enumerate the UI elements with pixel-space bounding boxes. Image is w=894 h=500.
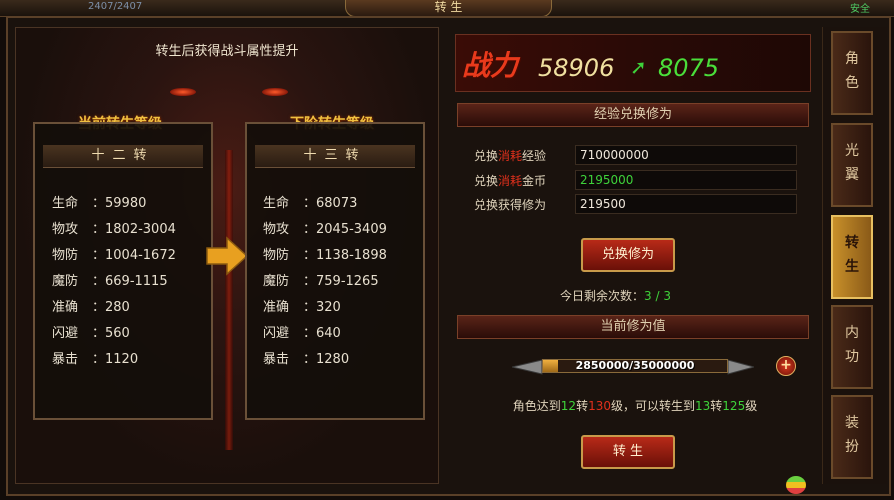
stat-name: 物防 <box>263 248 290 263</box>
stat-row: 物攻 ：1802-3004 <box>52 218 176 237</box>
stat-separator: ： <box>92 300 106 315</box>
stat-value: 68073 <box>316 196 358 211</box>
stat-separator: ： <box>303 326 317 341</box>
exchange-gain-value: 219500 <box>575 194 797 214</box>
stat-row: 准确 ：320 <box>263 296 341 315</box>
tab-0[interactable]: 角色 <box>831 31 873 115</box>
stat-value: 1280 <box>316 352 350 367</box>
progress-text: 2850000/35000000 <box>575 359 695 372</box>
stat-name: 物攻 <box>263 222 290 237</box>
tab-4[interactable]: 装扮 <box>831 395 873 479</box>
stat-value: 1004-1672 <box>105 248 176 263</box>
stat-value: 759-1265 <box>316 274 379 289</box>
stat-row: 物防 ：1138-1898 <box>263 244 387 263</box>
cultivation-header: 当前修为值 <box>457 315 809 339</box>
stat-row: 物防 ：1004-1672 <box>52 244 176 263</box>
stat-row: 闪避 ：560 <box>52 322 130 341</box>
game-logo-icon <box>786 476 806 494</box>
stat-name: 物攻 <box>52 222 79 237</box>
exchange-gold-value: 2195000 <box>575 170 797 190</box>
stat-row: 魔防 ：759-1265 <box>263 270 379 289</box>
exchange-header: 经验兑换修为 <box>457 103 809 127</box>
stat-row: 闪避 ：640 <box>263 322 341 341</box>
tab-1[interactable]: 光翼 <box>831 123 873 207</box>
demon-eye-left <box>170 88 196 96</box>
stat-name: 生命 <box>263 196 290 211</box>
stat-name: 魔防 <box>263 274 290 289</box>
stat-separator: ： <box>92 274 106 289</box>
stat-separator: ： <box>92 196 106 211</box>
stat-row: 生命 ：59980 <box>52 192 146 211</box>
stat-row: 魔防 ：669-1115 <box>52 270 168 289</box>
stat-value: 640 <box>316 326 341 341</box>
combat-power-label: 战力 <box>462 49 519 82</box>
remaining-count: 今日剩余次数：3 / 3 <box>560 289 671 303</box>
stat-value: 1138-1898 <box>316 248 387 263</box>
stat-value: 669-1115 <box>105 274 168 289</box>
stat-name: 暴击 <box>263 352 290 367</box>
stat-separator: ： <box>92 326 106 341</box>
next-tier: 十三转 <box>255 145 415 168</box>
stat-separator: ： <box>303 196 317 211</box>
stat-row: 暴击 ：1280 <box>263 348 349 367</box>
stat-value: 280 <box>105 300 130 315</box>
current-tier: 十二转 <box>43 145 203 168</box>
stat-value: 320 <box>316 300 341 315</box>
stat-name: 暴击 <box>52 352 79 367</box>
rebirth-condition: 角色达到12转130级，可以转生到13转125级 <box>512 399 758 413</box>
add-cultivation-button[interactable]: + <box>776 356 796 376</box>
arrow-right-icon <box>206 236 249 276</box>
stat-name: 生命 <box>52 196 79 211</box>
stat-name: 魔防 <box>52 274 79 289</box>
stat-value: 2045-3409 <box>316 222 387 237</box>
window-title: 转 生 <box>345 0 552 17</box>
stat-separator: ： <box>303 274 317 289</box>
tab-3[interactable]: 内功 <box>831 305 873 389</box>
safe-zone-label: 安全 <box>850 4 870 15</box>
combat-power-current: 58906 <box>538 54 615 82</box>
stat-name: 物防 <box>52 248 79 263</box>
stat-value: 560 <box>105 326 130 341</box>
stat-name: 闪避 <box>263 326 290 341</box>
stat-separator: ： <box>92 352 106 367</box>
stat-separator: ： <box>92 248 106 263</box>
stat-separator: ： <box>303 300 317 315</box>
stat-value: 1802-3004 <box>105 222 176 237</box>
stat-value: 59980 <box>105 196 147 211</box>
tab-2[interactable]: 转生 <box>831 215 873 299</box>
exchange-row-gold-label: 兑换消耗金币 <box>474 174 547 188</box>
arrow-up-icon: ➚ <box>630 55 647 79</box>
stat-separator: ： <box>92 222 106 237</box>
exchange-exp-value: 710000000 <box>575 145 797 165</box>
stat-name: 准确 <box>52 300 79 315</box>
stat-separator: ： <box>303 248 317 263</box>
center-pillar <box>225 150 233 450</box>
exchange-button[interactable]: 兑换修为 <box>581 238 675 272</box>
stat-row: 暴击 ：1120 <box>52 348 138 367</box>
stat-row: 准确 ：280 <box>52 296 130 315</box>
exchange-row-gain-label: 兑换获得修为 <box>474 198 547 212</box>
stat-separator: ： <box>303 352 317 367</box>
stat-separator: ： <box>303 222 317 237</box>
stat-row: 物攻 ：2045-3409 <box>263 218 387 237</box>
stat-value: 1120 <box>105 352 139 367</box>
panel-title: 转生后获得战斗属性提升 <box>155 44 299 59</box>
demon-eye-right <box>262 88 288 96</box>
exchange-row-exp-label: 兑换消耗经验 <box>474 149 547 163</box>
cultivation-progress: 2850000/35000000 <box>512 356 754 378</box>
stat-row: 生命 ：68073 <box>263 192 357 211</box>
rebirth-button[interactable]: 转 生 <box>581 435 675 469</box>
stat-name: 闪避 <box>52 326 79 341</box>
combat-power-next: 8075 <box>658 54 720 82</box>
stat-name: 准确 <box>263 300 290 315</box>
hp-readout: 2407/2407 <box>88 1 143 12</box>
